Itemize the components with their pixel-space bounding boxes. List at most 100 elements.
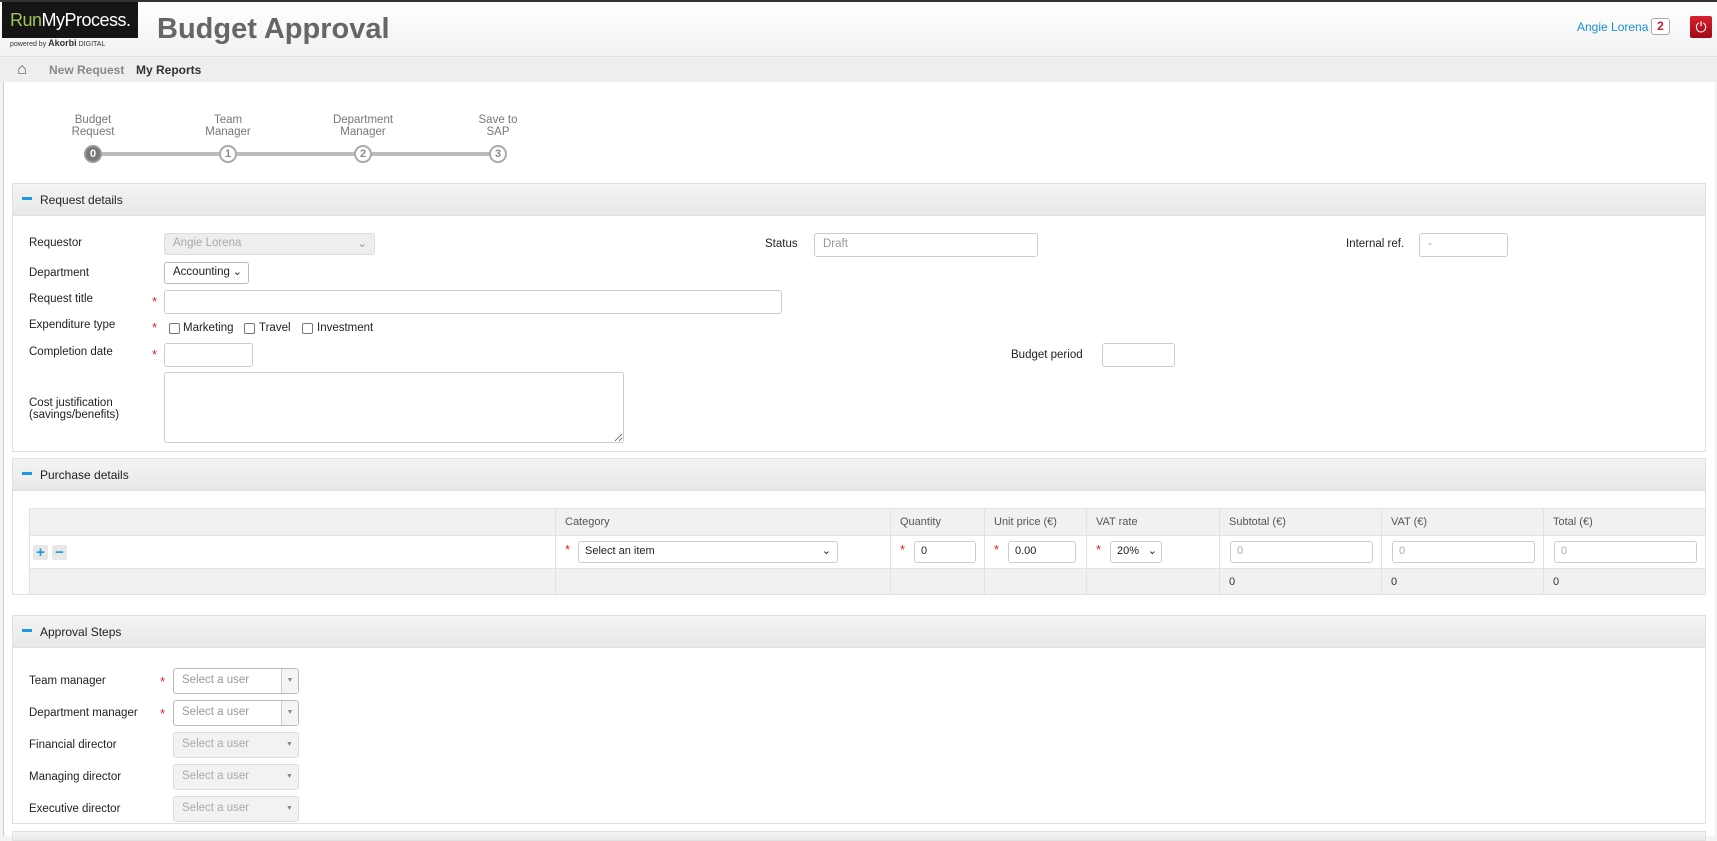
internal-ref-label: Internal ref.	[1346, 238, 1405, 250]
notification-badge[interactable]: 2	[1651, 18, 1670, 35]
total-sum: 0	[1543, 568, 1706, 595]
collapse-icon[interactable]	[20, 624, 34, 638]
section-approval-steps[interactable]: Approval Steps	[12, 615, 1706, 648]
requestor-label: Requestor	[29, 237, 83, 249]
collapse-icon[interactable]	[20, 467, 34, 481]
requestor-select: Angie Lorena ⌄	[164, 233, 375, 255]
user-select[interactable]: Select a user ▼	[173, 700, 299, 726]
dropdown-arrow-icon: ▼	[286, 773, 293, 780]
completion-date-label: Completion date	[29, 346, 113, 358]
section-purchase-details[interactable]: Purchase details	[12, 458, 1706, 491]
totals-row: 0 0 0	[29, 568, 1706, 595]
section-request-details[interactable]: Request details	[12, 183, 1706, 216]
request-title-input[interactable]	[164, 290, 782, 314]
chevron-down-icon: ⌄	[232, 266, 242, 278]
app-header: RunMyProcess. powered by Akorbi DIGITAL …	[0, 2, 1717, 57]
status-label: Status	[765, 238, 798, 250]
dropdown-arrow-icon[interactable]: ▼	[281, 669, 298, 693]
next-section-header	[12, 831, 1706, 841]
step-3-indicator: 3	[489, 145, 507, 163]
subtotal-field: 0	[1230, 541, 1373, 563]
nav-my-reports[interactable]: My Reports	[136, 58, 201, 82]
power-icon[interactable]: ⏻	[1690, 16, 1712, 38]
investment-checkbox[interactable]	[302, 323, 313, 334]
unit-price-input[interactable]: 0.00	[1008, 541, 1076, 563]
add-row-button[interactable]: +	[33, 545, 48, 560]
dropdown-arrow-icon: ▼	[286, 741, 293, 748]
step-1-indicator: 1	[219, 145, 237, 163]
category-select[interactable]: Select an item ⌄	[578, 541, 838, 563]
vat-sum: 0	[1381, 568, 1544, 595]
powered-by-text: powered by Akorbi DIGITAL	[10, 38, 106, 48]
step-label: Budget Request	[71, 114, 115, 138]
approver-label: Executive director	[29, 803, 121, 815]
table-header: Unit price (€)	[984, 508, 1087, 536]
approver-label: Managing director	[29, 771, 122, 783]
status-field: Draft	[814, 233, 1038, 257]
travel-checkbox[interactable]	[244, 323, 255, 334]
nav-new-request[interactable]: New Request	[49, 58, 124, 82]
remove-row-button[interactable]: −	[52, 545, 67, 560]
department-label: Department	[29, 267, 90, 279]
quantity-input[interactable]: 0	[914, 541, 976, 563]
internal-ref-field: -	[1419, 233, 1508, 257]
section-title: Purchase details	[40, 468, 129, 482]
chevron-down-icon: ⌄	[821, 545, 831, 557]
dropdown-arrow-icon: ▼	[286, 805, 293, 812]
department-select[interactable]: Accounting ⌄	[164, 262, 249, 284]
cost-justification-label: Cost justification (savings/benefits)	[29, 397, 120, 421]
collapse-icon[interactable]	[20, 192, 34, 206]
required-marker: *	[160, 674, 166, 689]
user-select-placeholder: Select a user	[182, 770, 250, 782]
table-header: Quantity	[890, 508, 985, 536]
required-marker: *	[994, 542, 1000, 557]
table-header: Subtotal (€)	[1219, 508, 1382, 536]
cost-justification-textarea[interactable]	[164, 372, 624, 443]
user-select-placeholder: Select a user	[182, 706, 250, 718]
investment-label: Investment	[317, 322, 374, 334]
vat-rate-select[interactable]: 20% ⌄	[1110, 541, 1162, 563]
dropdown-arrow-icon[interactable]: ▼	[281, 701, 298, 725]
table-header: VAT (€)	[1381, 508, 1544, 536]
required-marker: *	[900, 542, 906, 557]
chevron-down-icon: ⌄	[357, 238, 367, 250]
user-select: Select a user ▼	[173, 796, 299, 822]
user-select: Select a user ▼	[173, 732, 299, 758]
user-name-link[interactable]: Angie Lorena	[1577, 20, 1648, 34]
marketing-label: Marketing	[183, 322, 234, 334]
required-marker: *	[160, 706, 166, 721]
travel-label: Travel	[259, 322, 291, 334]
required-marker: *	[152, 294, 158, 309]
page-title: Budget Approval	[157, 13, 390, 45]
user-select: Select a user ▼	[173, 764, 299, 790]
user-select-placeholder: Select a user	[182, 674, 250, 686]
nav-bar: ⌂ New Request My Reports	[0, 58, 1717, 82]
vat-field: 0	[1392, 541, 1535, 563]
runmyprocess-logo[interactable]: RunMyProcess.	[2, 2, 138, 38]
section-title: Approval Steps	[40, 625, 122, 639]
table-header: Total (€)	[1543, 508, 1706, 536]
budget-period-label: Budget period	[1011, 349, 1083, 361]
step-label: Department Manager	[332, 114, 394, 138]
required-marker: *	[152, 347, 158, 362]
marketing-checkbox[interactable]	[169, 323, 180, 334]
budget-period-input[interactable]	[1102, 343, 1175, 367]
section-title: Request details	[40, 193, 123, 207]
subtotal-sum: 0	[1219, 568, 1382, 595]
required-marker: *	[565, 542, 571, 557]
approver-label: Department manager	[29, 707, 138, 719]
request-title-label: Request title	[29, 293, 93, 305]
step-label: Team Manager	[205, 114, 251, 138]
user-select-placeholder: Select a user	[182, 738, 250, 750]
table-header-actions	[29, 508, 556, 536]
completion-date-input[interactable]	[164, 343, 253, 367]
user-select[interactable]: Select a user ▼	[173, 668, 299, 694]
expenditure-type-label: Expenditure type	[29, 319, 116, 331]
table-row: + − * Select an item ⌄ * 0 * 0.00 * 20% ⌄ …	[29, 535, 1706, 569]
required-marker: *	[152, 320, 158, 335]
step-2-indicator: 2	[354, 145, 372, 163]
user-select-placeholder: Select a user	[182, 802, 250, 814]
home-icon[interactable]: ⌂	[8, 58, 36, 82]
required-marker: *	[1096, 542, 1102, 557]
table-header: VAT rate	[1086, 508, 1220, 536]
